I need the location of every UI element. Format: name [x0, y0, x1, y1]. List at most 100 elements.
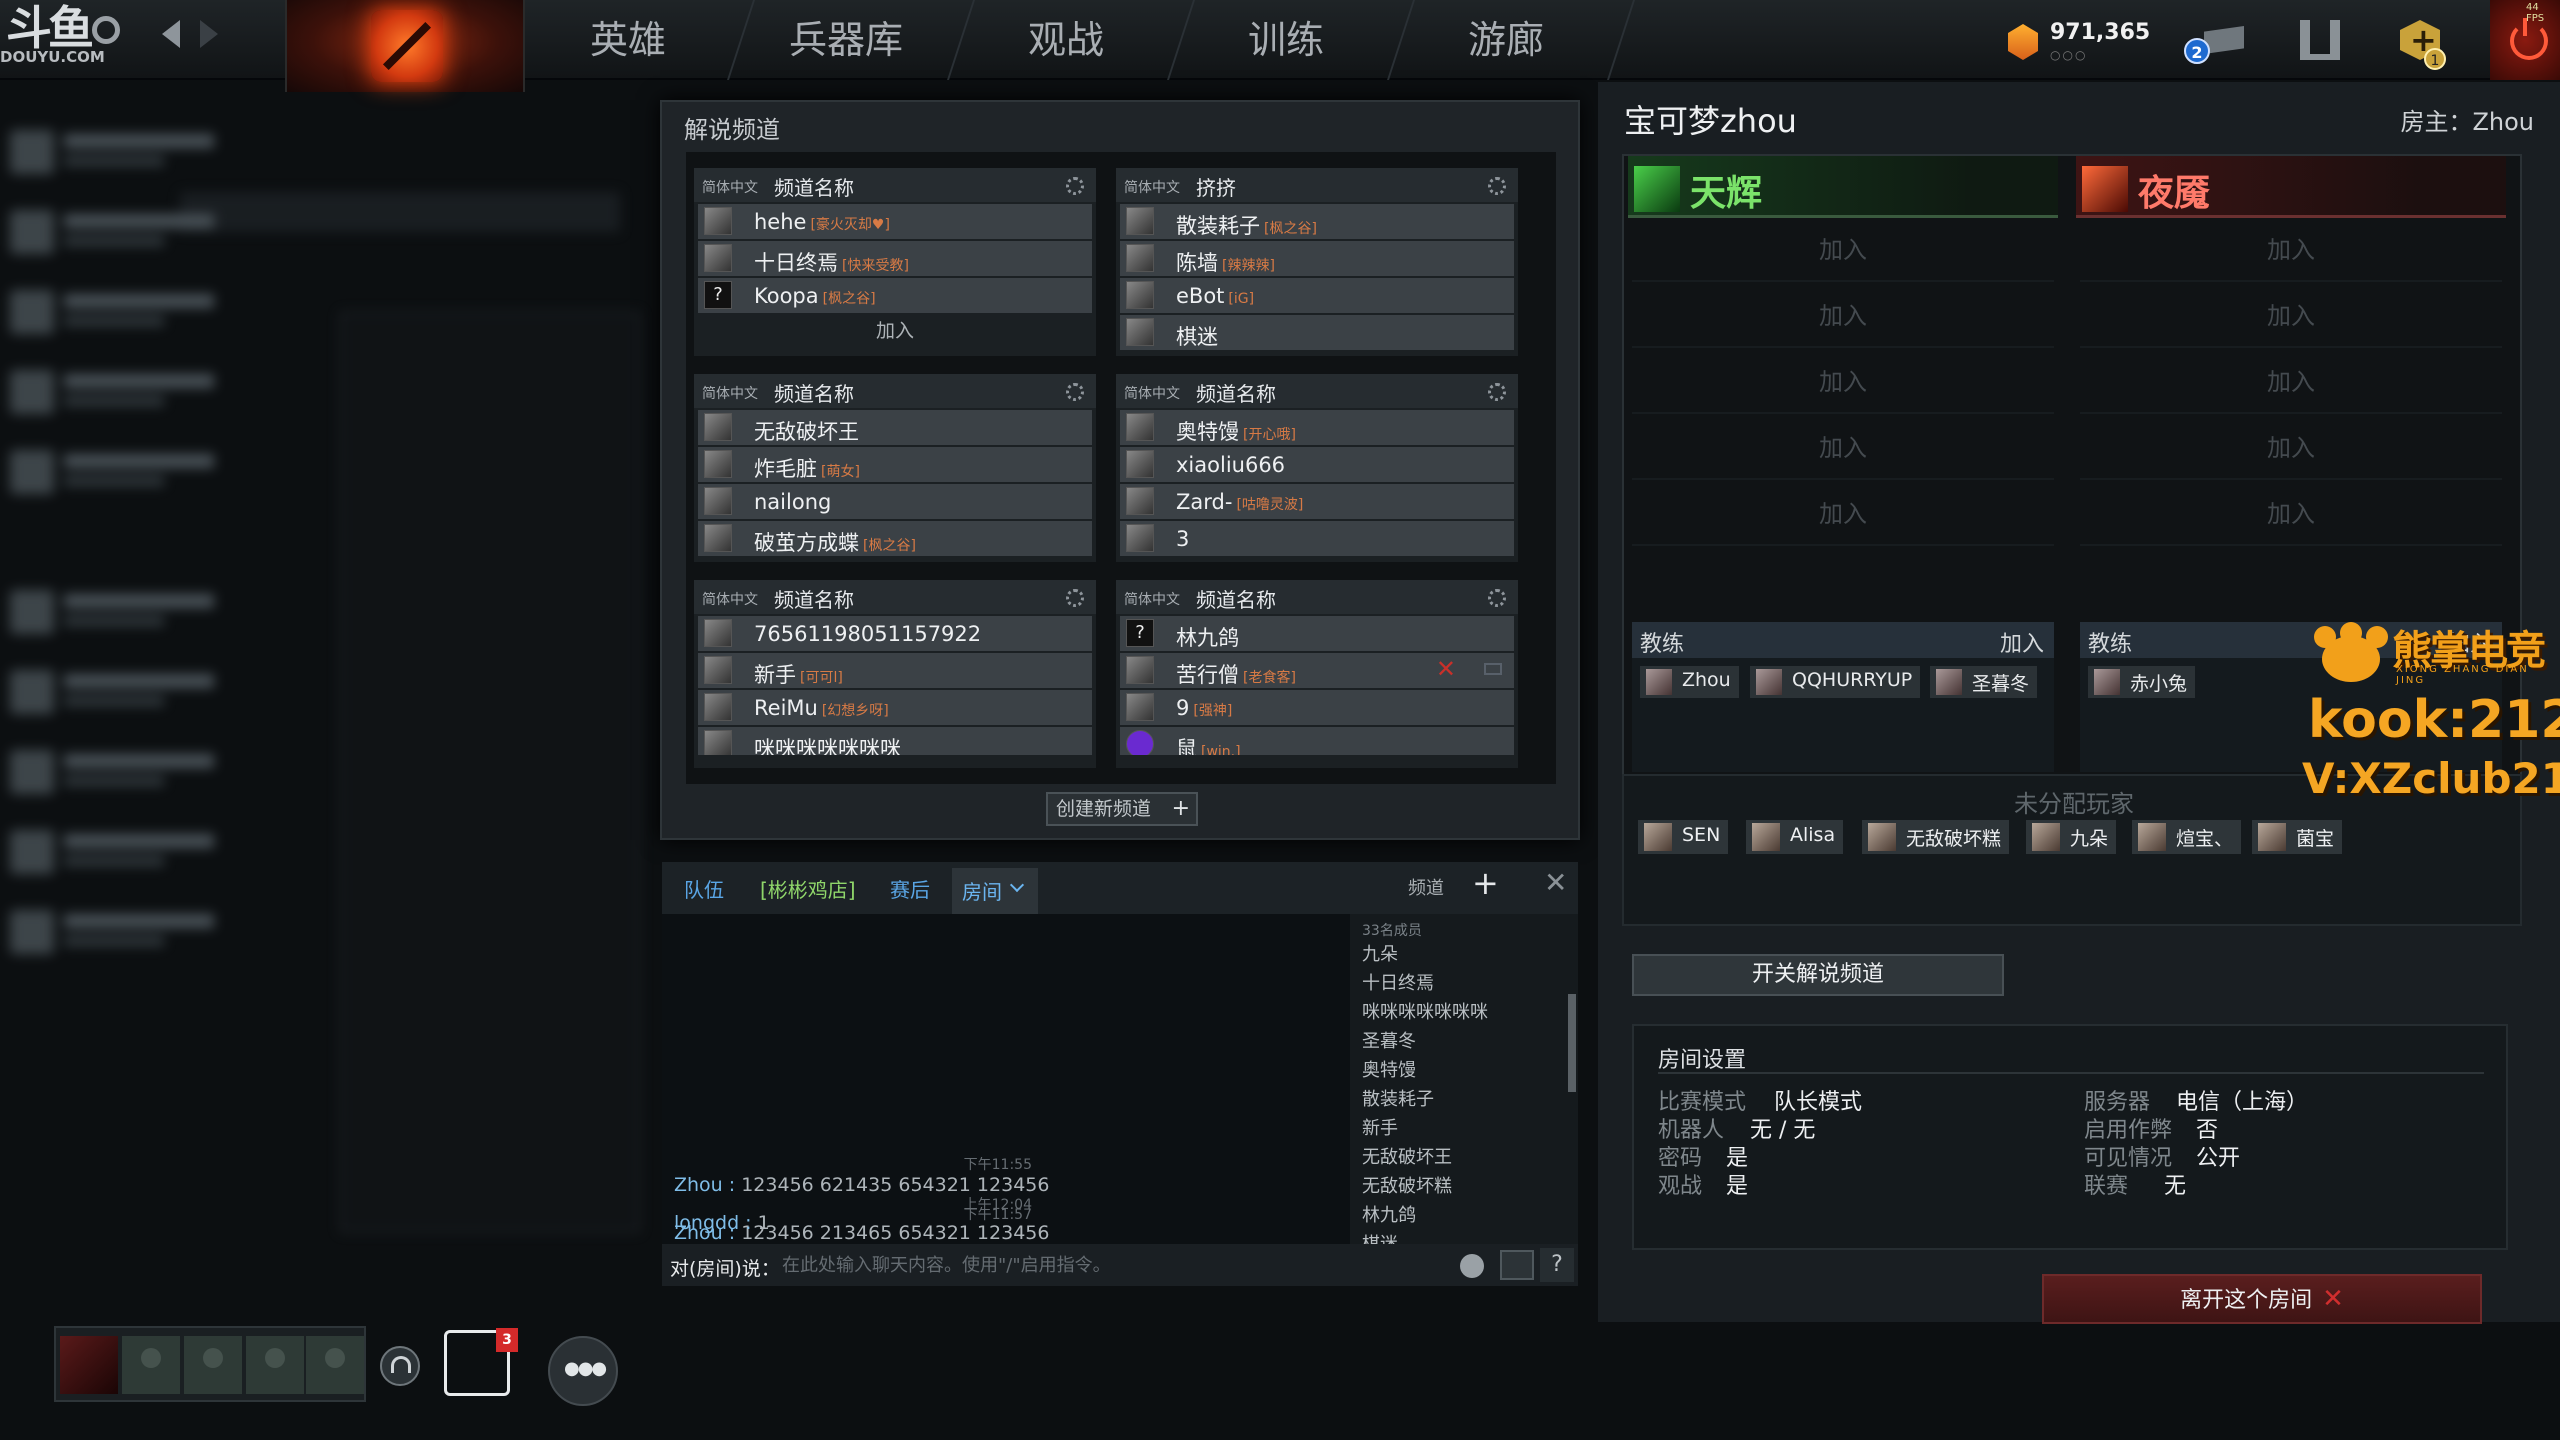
chat-tab-room[interactable]: 房间 [952, 868, 1038, 914]
empty-party-slot[interactable] [184, 1336, 242, 1394]
empty-party-slot[interactable] [246, 1336, 304, 1394]
coach-join-button[interactable]: 加入 [2000, 626, 2044, 658]
player-slot[interactable]: 加入 [1632, 284, 2054, 348]
channel-settings-icon[interactable] [1066, 177, 1084, 195]
channel-language: 简体中文 [1124, 180, 1180, 196]
leave-room-button[interactable]: 离开这个房间 ✕ [2042, 1274, 2482, 1324]
friends-icon[interactable] [548, 1336, 618, 1406]
player-slot[interactable]: 加入 [1632, 218, 2054, 282]
channel-member[interactable]: 苦行僧 [老食客] ✕ [1120, 653, 1514, 688]
member-list-item[interactable]: 棋迷 [1362, 1230, 1398, 1244]
empty-party-slot[interactable] [122, 1336, 180, 1394]
unassigned-player[interactable]: Alisa [1746, 820, 1844, 854]
channel-member[interactable]: ? Koopa [枫之谷] [698, 278, 1092, 313]
chat-tab-guild[interactable]: [彬彬鸡店] [760, 874, 856, 903]
channel-member[interactable]: 十日终焉 [快来受教] [698, 241, 1092, 276]
member-list-item[interactable]: 圣暮冬 [1362, 1027, 1416, 1053]
channel-member[interactable]: 炸毛脏 [萌女] [698, 447, 1092, 482]
nav-tab-learn[interactable]: 训练 [1186, 0, 1386, 80]
chat-tab-party[interactable]: 队伍 [684, 874, 724, 903]
member-list-item[interactable]: 九朵 [1362, 940, 1398, 966]
player-avatar[interactable] [60, 1336, 118, 1394]
logo-sub: DOUYU.COM [0, 48, 105, 66]
channel-member[interactable]: 9 [强神] [1120, 690, 1514, 725]
add-channel-icon[interactable]: + [1472, 864, 1499, 902]
channel-settings-icon[interactable] [1488, 589, 1506, 607]
channel-member[interactable]: 棋迷 [1120, 315, 1514, 350]
member-list-item[interactable]: 新手 [1362, 1114, 1398, 1140]
coach-chip[interactable]: Zhou [1640, 666, 1739, 698]
help-button[interactable]: ? [1540, 1248, 1574, 1282]
player-slot[interactable]: 加入 [1632, 350, 2054, 414]
unassigned-player[interactable]: SEN [1638, 820, 1729, 854]
unassigned-player[interactable]: 菌宝 [2252, 820, 2343, 854]
channel-member[interactable]: 76561198051157922 [698, 616, 1092, 651]
channel-settings-icon[interactable] [1488, 177, 1506, 195]
channel-member[interactable]: xiaoliu666 [1120, 447, 1514, 482]
channel-settings-icon[interactable] [1066, 589, 1084, 607]
member-list-item[interactable]: 咪咪咪咪咪咪咪 [1362, 998, 1488, 1024]
chat-channels-button[interactable]: 频道 [1408, 874, 1444, 900]
nav-tab-heroes[interactable]: 英雄 [528, 0, 728, 80]
member-list-item[interactable]: 奥特馒 [1362, 1056, 1416, 1082]
channel-member[interactable]: 鼠 [win.] [1120, 727, 1514, 755]
mail-icon[interactable] [2204, 26, 2244, 54]
create-channel-button[interactable]: 创建新频道 + [1046, 792, 1198, 826]
channel-member[interactable]: 3 [1120, 521, 1514, 556]
channel-settings-icon[interactable] [1488, 383, 1506, 401]
coach-chip[interactable]: 圣暮冬 [1930, 666, 2038, 698]
channel-member[interactable]: ReiMu [幻想乡呀] [698, 690, 1092, 725]
channel-member[interactable]: 奥特馒 [开心哦] [1120, 410, 1514, 445]
channel-member[interactable]: eBot [iG] [1120, 278, 1514, 313]
channel-member[interactable]: 无敌破坏王 [698, 410, 1092, 445]
channel-member[interactable]: hehe [豪火灭却♥] [698, 204, 1092, 239]
close-icon[interactable]: ✕ [1544, 866, 1567, 899]
player-slot[interactable]: 加入 [1632, 416, 2054, 480]
player-slot[interactable]: 加入 [2080, 350, 2502, 414]
channel-member[interactable]: 咪咪咪咪咪咪咪 [698, 727, 1092, 755]
back-arrow-icon[interactable] [162, 20, 180, 48]
emoji-icon[interactable] [1460, 1254, 1484, 1278]
member-list-item[interactable]: 无敌破坏王 [1362, 1143, 1452, 1169]
join-channel-button[interactable]: 加入 [698, 316, 1092, 346]
nav-tab-watch[interactable]: 观战 [966, 0, 1166, 80]
unassigned-player[interactable]: 九朵 [2026, 820, 2117, 854]
player-slot[interactable]: 加入 [2080, 482, 2502, 546]
nav-tab-arcade[interactable]: 游廊 [1406, 0, 1606, 80]
channel-member[interactable]: ? 林九鸽 [1120, 616, 1514, 651]
coach-chip[interactable]: 赤小兔 [2088, 666, 2196, 698]
player-slot[interactable]: 加入 [2080, 416, 2502, 480]
unassigned-player[interactable]: 煊宝、 [2132, 820, 2242, 854]
chat-tab-postgame[interactable]: 赛后 [890, 874, 930, 903]
kick-icon[interactable]: ✕ [1436, 655, 1456, 683]
camera-icon[interactable] [1484, 663, 1502, 675]
channel-member[interactable]: 破茧方成蝶 [枫之谷] [698, 521, 1092, 556]
setting-label: 观战 [1658, 1174, 1703, 1199]
coach-chip[interactable]: QQHURRYUP [1750, 666, 1921, 698]
nav-tab-armory[interactable]: 兵器库 [746, 0, 946, 80]
media-icon[interactable] [1500, 1250, 1534, 1280]
player-slot[interactable]: 加入 [2080, 284, 2502, 348]
channel-member[interactable]: 散装耗子 [枫之谷] [1120, 204, 1514, 239]
channel-member[interactable]: 新手 [可可l] [698, 653, 1092, 688]
player-slot[interactable]: 加入 [2080, 218, 2502, 282]
member-list-item[interactable]: 十日终焉 [1362, 969, 1434, 995]
channel-settings-icon[interactable] [1066, 383, 1084, 401]
settings-gear-icon[interactable] [92, 16, 120, 44]
member-list-item[interactable]: 林九鸽 [1362, 1201, 1416, 1227]
dota-home-button[interactable] [285, 0, 525, 92]
member-list-item[interactable]: 散装耗子 [1362, 1085, 1434, 1111]
channel-member[interactable]: nailong [698, 484, 1092, 519]
unassigned-player[interactable]: 无敌破坏糕 [1862, 820, 2010, 854]
forward-arrow-icon[interactable] [200, 20, 218, 48]
armory-icon[interactable] [2300, 20, 2340, 60]
player-slot[interactable]: 加入 [1632, 482, 2054, 546]
headset-icon[interactable] [380, 1346, 420, 1386]
chat-input[interactable] [782, 1250, 1312, 1280]
empty-party-slot[interactable] [306, 1336, 364, 1394]
channel-member[interactable]: 陈墙 [辣辣辣] [1120, 241, 1514, 276]
channel-member[interactable]: Zard- [咕噜灵波] [1120, 484, 1514, 519]
member-list-scrollbar[interactable] [1568, 994, 1576, 1092]
member-list-item[interactable]: 无敌破坏糕 [1362, 1172, 1452, 1198]
toggle-caster-channel-button[interactable]: 开关解说频道 [1632, 954, 2004, 996]
